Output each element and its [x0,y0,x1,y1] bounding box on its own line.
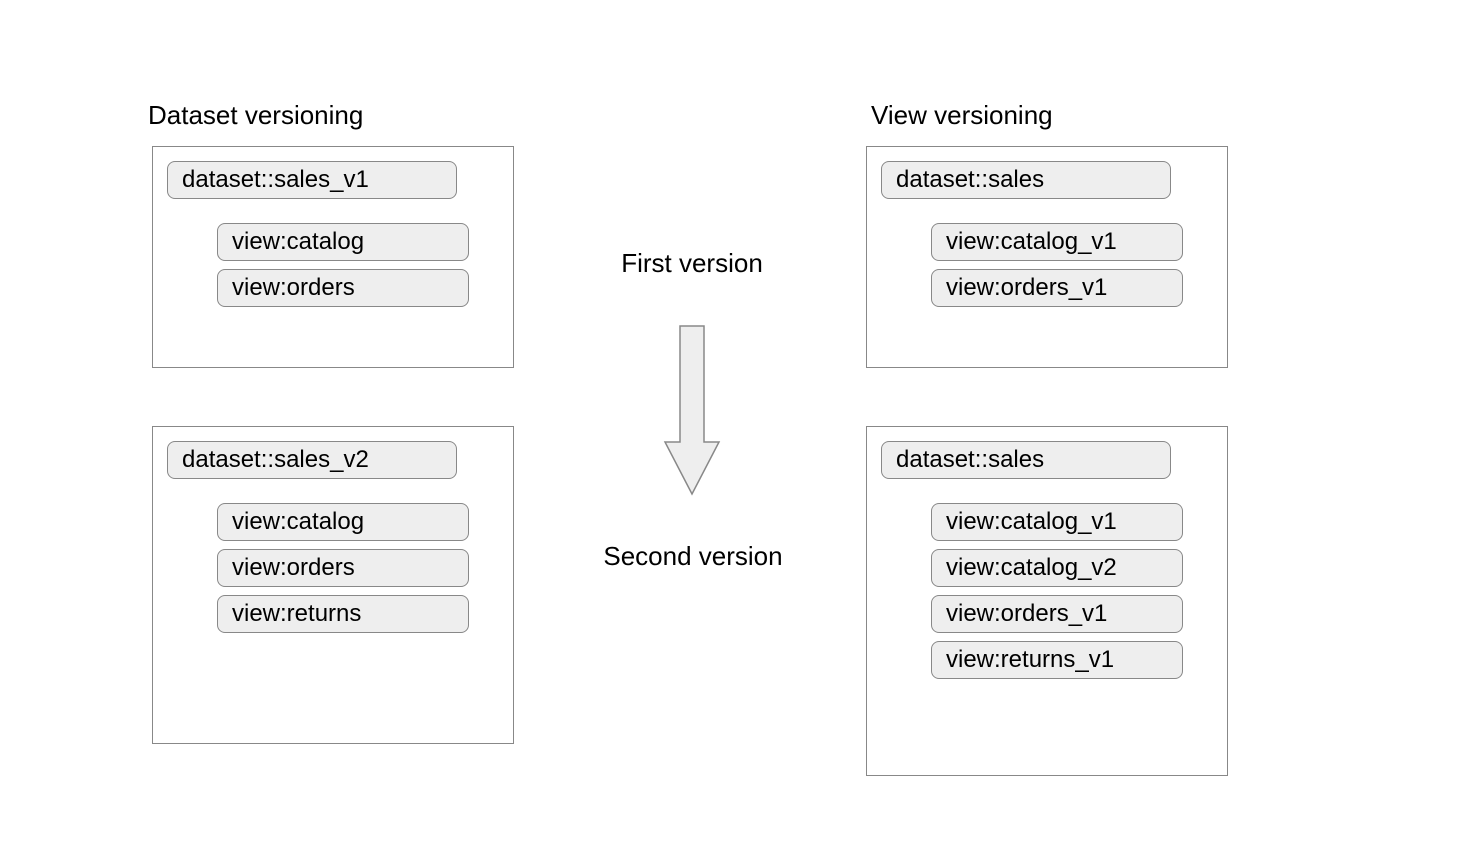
views-group: view:catalog view:orders [217,223,499,307]
view-pill: view:returns [217,595,469,633]
right-panel-1: dataset::sales view:catalog_v1 view:orde… [866,146,1228,368]
view-pill: view:orders_v1 [931,269,1183,307]
right-panel-2: dataset::sales view:catalog_v1 view:cata… [866,426,1228,776]
dataset-pill: dataset::sales_v2 [167,441,457,479]
view-pill: view:catalog [217,503,469,541]
dataset-pill: dataset::sales_v1 [167,161,457,199]
view-pill: view:catalog_v2 [931,549,1183,587]
left-panel-2: dataset::sales_v2 view:catalog view:orde… [152,426,514,744]
first-version-label: First version [592,248,792,279]
views-group: view:catalog view:orders view:returns [217,503,499,633]
view-pill: view:catalog [217,223,469,261]
view-pill: view:orders [217,269,469,307]
diagram-canvas: Dataset versioning View versioning datas… [0,0,1464,844]
view-pill: view:returns_v1 [931,641,1183,679]
views-group: view:catalog_v1 view:orders_v1 [931,223,1213,307]
left-title: Dataset versioning [148,100,363,131]
dataset-pill: dataset::sales [881,161,1171,199]
right-title: View versioning [871,100,1053,131]
dataset-pill: dataset::sales [881,441,1171,479]
view-pill: view:orders_v1 [931,595,1183,633]
view-pill: view:catalog_v1 [931,223,1183,261]
down-arrow-icon [657,322,727,507]
view-pill: view:catalog_v1 [931,503,1183,541]
second-version-label: Second version [578,541,808,572]
view-pill: view:orders [217,549,469,587]
views-group: view:catalog_v1 view:catalog_v2 view:ord… [931,503,1213,679]
left-panel-1: dataset::sales_v1 view:catalog view:orde… [152,146,514,368]
